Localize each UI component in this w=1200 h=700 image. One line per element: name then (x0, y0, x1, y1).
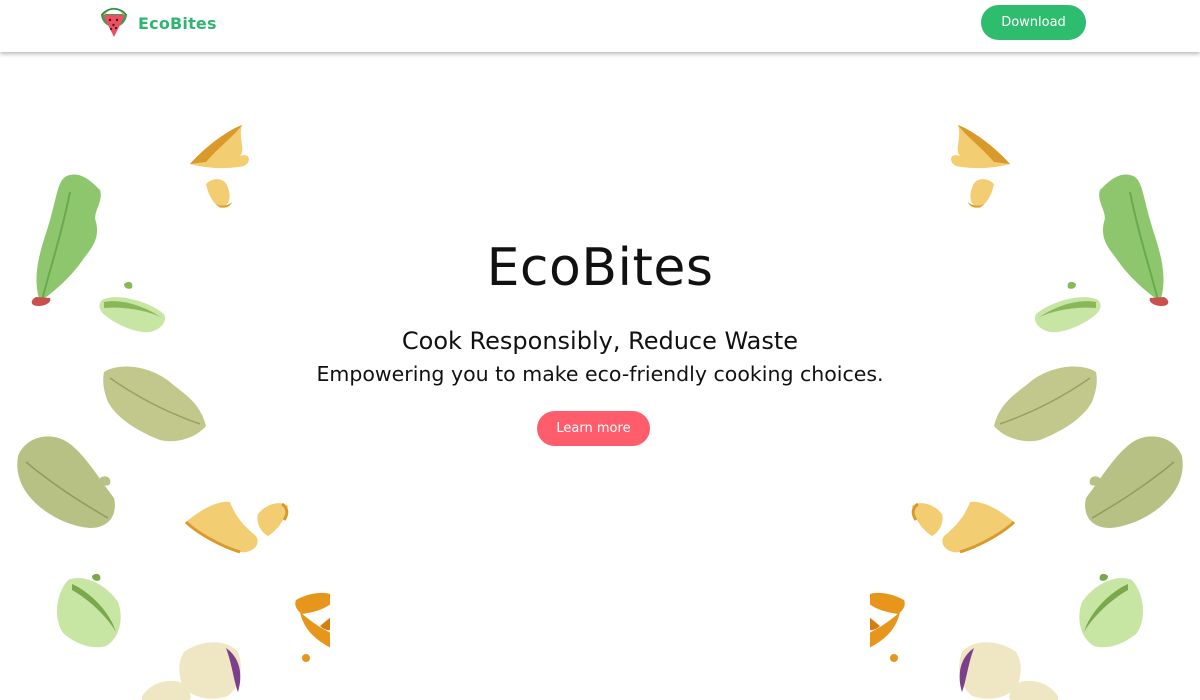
hero-title: EcoBites (486, 238, 714, 298)
watermelon-slice-icon (101, 7, 127, 37)
brand[interactable]: EcoBites (99, 6, 217, 40)
navbar: EcoBites Download (0, 0, 1200, 52)
hero-tagline: Empowering you to make eco-friendly cook… (316, 362, 884, 386)
download-button[interactable]: Download (981, 5, 1086, 40)
hero-subtitle: Cook Responsibly, Reduce Waste (401, 327, 799, 355)
hero-section: EcoBites Cook Responsibly, Reduce Waste … (0, 52, 1200, 700)
learn-more-button[interactable]: Learn more (537, 411, 650, 446)
brand-name: EcoBites (138, 13, 217, 33)
